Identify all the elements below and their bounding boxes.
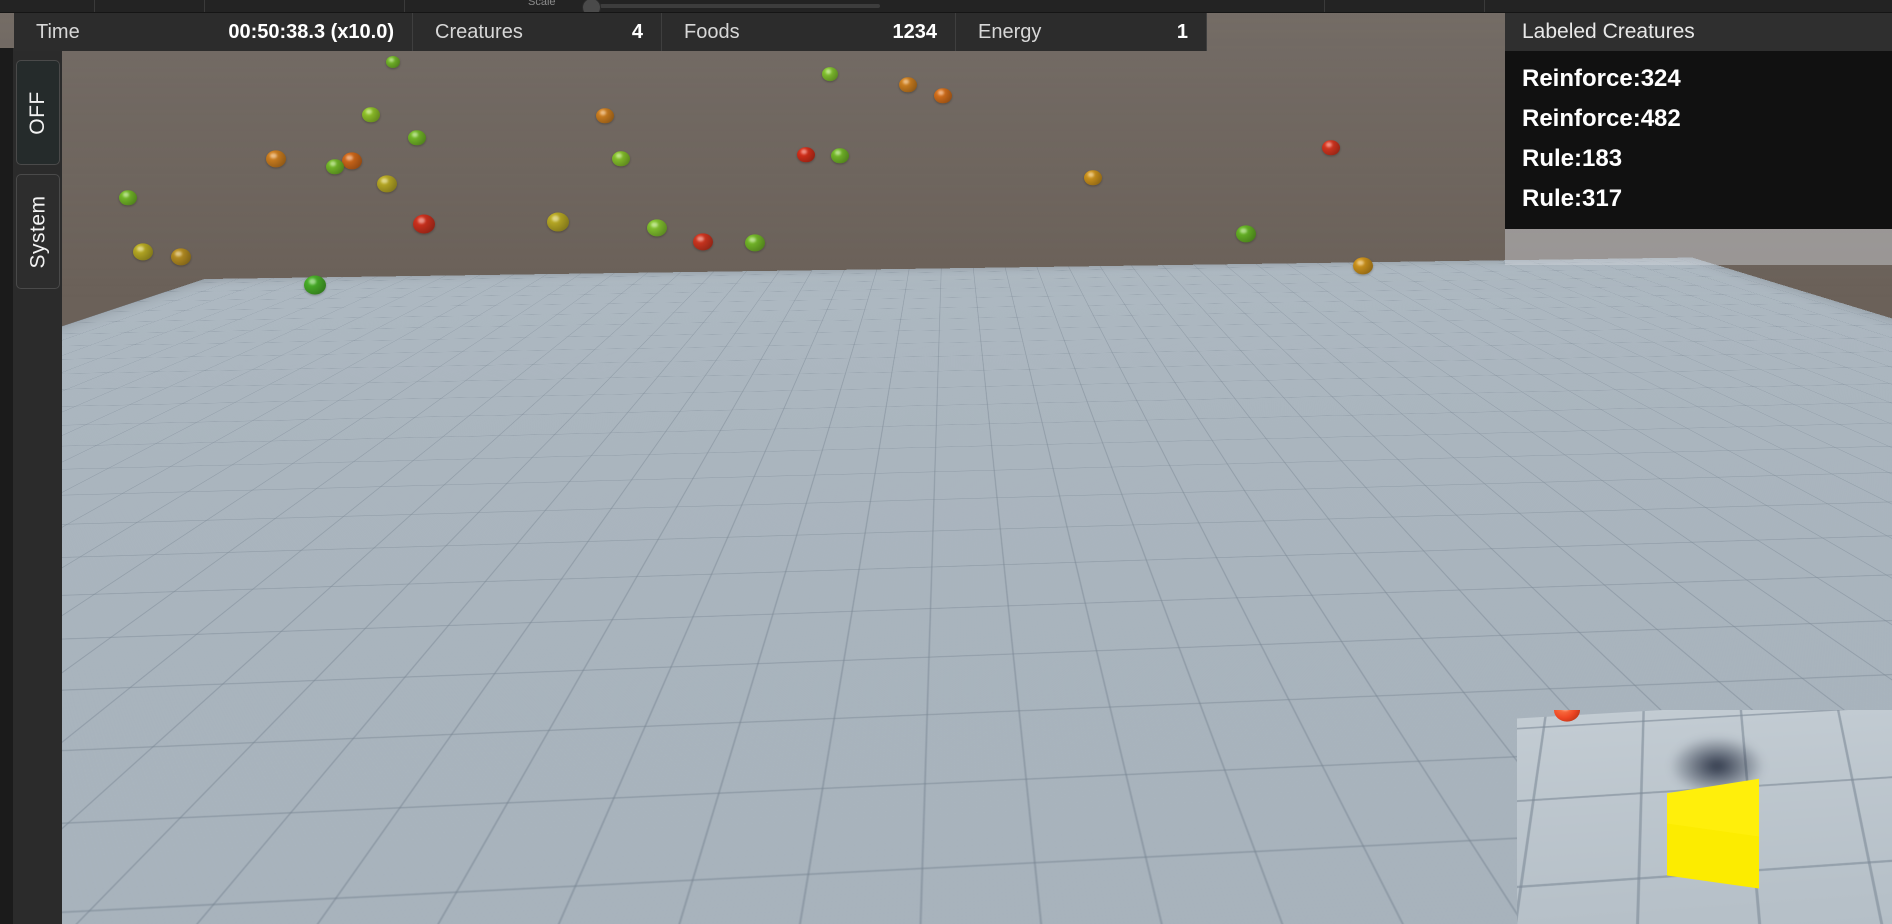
creature-entity[interactable] <box>290 897 320 923</box>
creature-entity[interactable] <box>951 645 979 671</box>
creature-entity[interactable] <box>135 827 165 853</box>
creature-entity[interactable] <box>342 152 362 170</box>
creature-entity[interactable] <box>1346 790 1376 816</box>
hud-stat-foods: Foods 1234 <box>662 13 956 51</box>
sidebar-tab-system[interactable]: System <box>16 174 60 289</box>
simulation-window: Scale Time 00:50:38.3 (x10.0) Creatures … <box>0 0 1892 924</box>
creature-entity[interactable] <box>413 214 435 234</box>
strip-cell-1 <box>0 0 95 12</box>
labeled-creatures-title: Labeled Creatures <box>1505 13 1892 51</box>
time-value: 00:50:38.3 (x10.0) <box>228 20 394 43</box>
creature-entity[interactable] <box>666 333 688 353</box>
creature-entity[interactable] <box>133 243 153 261</box>
creature-entity[interactable] <box>1130 785 1158 811</box>
creature-entity[interactable] <box>329 901 361 924</box>
hud-stat-energy: Energy 1 <box>956 13 1207 51</box>
creatures-label: Creatures <box>435 20 523 43</box>
creature-entity[interactable] <box>377 175 397 193</box>
labeled-creatures-panel-footer <box>1505 229 1892 265</box>
creature-entity[interactable] <box>1084 170 1102 186</box>
strip-cell-3 <box>205 0 405 12</box>
clipped-toolbar-strip: Scale <box>0 0 1892 13</box>
creature-entity[interactable] <box>119 190 137 206</box>
creature-entity[interactable] <box>171 248 191 266</box>
creature-entity[interactable] <box>592 737 620 763</box>
labeled-creature-cube[interactable] <box>1141 327 1169 355</box>
creature-entity[interactable] <box>693 233 713 251</box>
creature-entity[interactable] <box>456 572 484 598</box>
creature-entity[interactable] <box>797 147 815 163</box>
time-label: Time <box>36 20 80 43</box>
cube-top-face <box>857 521 889 536</box>
labeled-creatures-panel: Labeled Creatures Reinforce:324 Reinforc… <box>1505 13 1892 265</box>
creature-entity[interactable] <box>899 77 917 93</box>
hud-stat-time: Time 00:50:38.3 (x10.0) <box>14 13 413 51</box>
selection-bracket-arc <box>855 400 891 436</box>
selection-bracket-arc <box>1019 564 1055 600</box>
creature-entity[interactable] <box>651 709 681 735</box>
creatures-value: 4 <box>631 20 643 43</box>
creature-entity[interactable] <box>592 662 622 688</box>
creature-entity[interactable] <box>547 212 569 232</box>
creature-entity[interactable] <box>59 742 89 768</box>
list-item[interactable]: Reinforce:324 <box>1522 59 1892 99</box>
strip-cell-5 <box>1325 0 1485 12</box>
creature-entity[interactable] <box>596 108 614 124</box>
creature-entity[interactable] <box>172 320 194 340</box>
creature-entity[interactable] <box>831 148 849 164</box>
creature-entity[interactable] <box>984 396 1008 418</box>
minimap-inset-view[interactable] <box>1507 700 1892 924</box>
creature-entity[interactable] <box>326 159 344 175</box>
strip-cell-6 <box>1485 0 1892 12</box>
creature-entity[interactable] <box>730 647 758 673</box>
energy-label: Energy <box>978 20 1042 43</box>
cube-front-face <box>1141 339 1169 355</box>
creature-entity[interactable] <box>494 772 524 798</box>
creature-entity[interactable] <box>822 67 838 81</box>
sidebar-tab-off-label: OFF <box>26 90 49 135</box>
creature-entity[interactable] <box>934 88 952 104</box>
creature-entity[interactable] <box>266 150 286 168</box>
creature-entity[interactable] <box>1236 225 1256 243</box>
selection-bracket-arc <box>855 564 891 600</box>
creature-entity[interactable] <box>405 852 435 878</box>
creature-entity[interactable] <box>144 375 166 395</box>
foods-label: Foods <box>684 20 740 43</box>
energy-value: 1 <box>1176 20 1188 43</box>
minimap-entity <box>1554 710 1580 722</box>
labeled-creature-cube[interactable] <box>857 521 889 553</box>
scale-slider-knob[interactable] <box>582 0 601 12</box>
sidebar-tab-off[interactable]: OFF <box>16 60 60 165</box>
creature-entity[interactable] <box>1322 140 1340 156</box>
cube-top-face <box>1141 327 1169 340</box>
sidebar-tab-system-label: System <box>26 194 50 269</box>
left-tab-rail: OFF System <box>0 48 62 924</box>
stats-hud-bar: Time 00:50:38.3 (x10.0) Creatures 4 Food… <box>14 13 1207 51</box>
creature-entity[interactable] <box>304 275 326 295</box>
scale-slider-track[interactable] <box>600 4 880 8</box>
creature-entity[interactable] <box>745 234 765 252</box>
foods-value: 1234 <box>892 20 938 43</box>
creature-entity[interactable] <box>1402 782 1432 808</box>
list-item[interactable]: Rule:317 <box>1522 179 1892 219</box>
selection-center-marker <box>980 497 990 507</box>
cube-front-face <box>857 535 889 553</box>
hud-stat-creatures: Creatures 4 <box>413 13 662 51</box>
minimap-selected-cube <box>1665 778 1763 889</box>
list-item[interactable]: Reinforce:482 <box>1522 99 1892 139</box>
creature-entity[interactable] <box>188 662 218 688</box>
creature-entity[interactable] <box>612 151 630 167</box>
creature-entity[interactable] <box>591 369 615 391</box>
list-item[interactable]: Rule:183 <box>1522 139 1892 179</box>
creature-entity[interactable] <box>647 219 667 237</box>
strip-cell-2 <box>95 0 205 12</box>
selection-bracket-arc <box>1019 400 1055 436</box>
labeled-creatures-list: Reinforce:324 Reinforce:482 Rule:183 Rul… <box>1505 51 1892 229</box>
scale-slider-label: Scale <box>528 0 556 8</box>
creature-entity[interactable] <box>362 107 380 123</box>
creature-entity[interactable] <box>386 55 400 69</box>
creature-entity[interactable] <box>408 130 426 146</box>
